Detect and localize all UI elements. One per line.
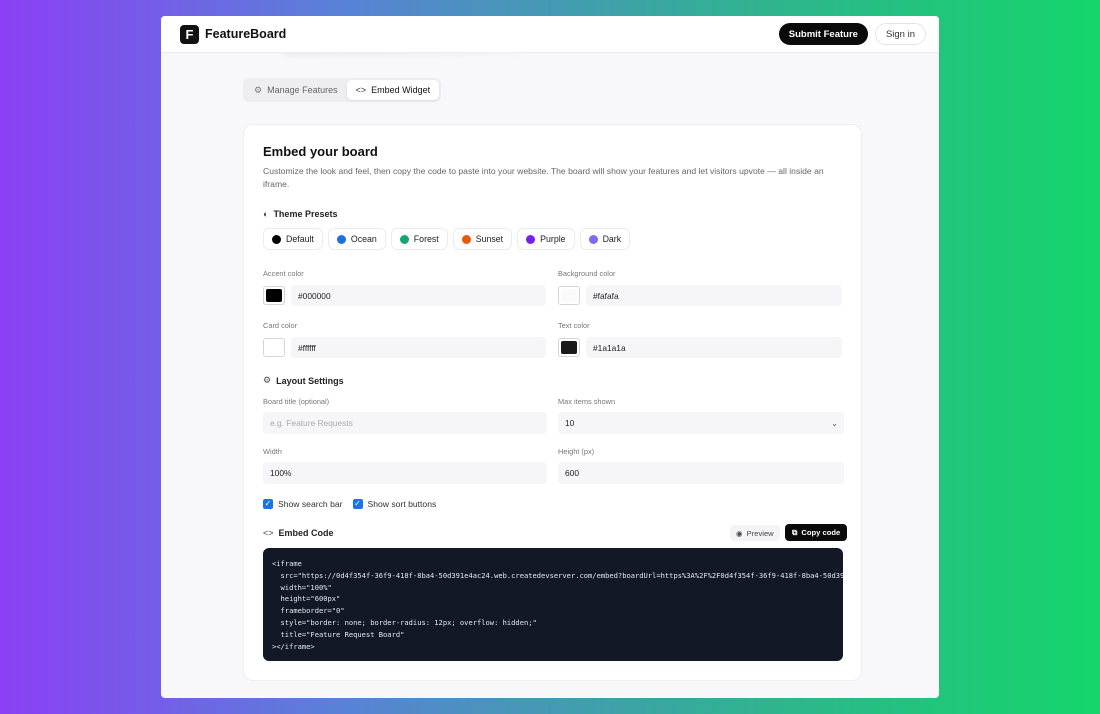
brand-name[interactable]: FeatureBoard: [205, 27, 286, 41]
text-color-row: #1a1a1a: [558, 337, 842, 358]
embed-code-title: Embed Code: [278, 528, 334, 538]
show-sort-option[interactable]: ✓ Show sort buttons: [352, 499, 437, 509]
color-dot: [588, 234, 598, 244]
accent-color-row: #000000: [263, 285, 546, 306]
theme-presets-title: Theme Presets: [273, 209, 338, 219]
eye-icon: ◉: [736, 528, 743, 538]
preset-label: Forest: [413, 234, 439, 244]
theme-presets-heading: ◐ Theme Presets: [263, 209, 337, 219]
chevron-down-icon: ⌄: [831, 418, 838, 428]
toggle-options: ✓ Show search bar ✓ Show sort buttons: [263, 499, 436, 509]
text-color-label: Text color: [558, 321, 590, 330]
preset-label: Ocean: [350, 234, 377, 244]
copy-code-button[interactable]: ⧉ Copy code: [785, 524, 848, 541]
layout-settings-heading: ⚙ Layout Settings: [263, 375, 344, 386]
preset-label: Dark: [602, 234, 622, 244]
embed-card: Embed your board Customize the look and …: [243, 124, 862, 681]
swatch-fill: [561, 341, 577, 354]
card-color-row: #ffffff: [263, 337, 546, 358]
card-color-swatch[interactable]: [263, 338, 285, 357]
card-description: Customize the look and feel, then copy t…: [263, 166, 824, 189]
preset-default[interactable]: Default: [263, 228, 323, 250]
copy-icon: ⧉: [792, 527, 798, 537]
checkbox-checked-icon[interactable]: ✓: [352, 499, 363, 509]
embed-code-heading: <> Embed Code: [263, 528, 334, 538]
color-dot: [399, 234, 409, 244]
card-title: Embed your board: [263, 144, 378, 159]
preset-purple[interactable]: Purple: [517, 228, 575, 250]
color-dot: [461, 234, 471, 244]
code-icon: <>: [355, 85, 367, 95]
app-window: F FeatureBoard Submit Feature Sign in ⚙ …: [161, 16, 939, 698]
gear-icon: ⚙: [263, 375, 272, 385]
gear-icon: ⚙: [254, 84, 263, 95]
preset-list: Default Ocean Forest Sunset Purple Dark: [263, 228, 631, 250]
width-input[interactable]: 100%: [263, 462, 547, 484]
tab-label: Embed Widget: [371, 85, 431, 95]
text-color-swatch[interactable]: [558, 338, 580, 357]
palette-icon: ◐: [263, 209, 269, 219]
tab-bar: ⚙ Manage Features <> Embed Widget: [243, 78, 442, 102]
color-dot: [526, 234, 536, 244]
max-items-label: Max items shown: [558, 397, 616, 406]
width-label: Width: [263, 447, 282, 456]
height-input[interactable]: 600: [558, 462, 844, 484]
tab-embed-widget[interactable]: <> Embed Widget: [346, 80, 440, 100]
card-color-label: Card color: [263, 321, 298, 330]
show-search-label: Show search bar: [278, 499, 343, 509]
height-label: Height (px): [558, 447, 595, 456]
preset-ocean[interactable]: Ocean: [327, 228, 386, 250]
background-color-input[interactable]: #fafafa: [586, 285, 842, 306]
preset-label: Default: [286, 234, 314, 244]
tab-label: Manage Features: [267, 85, 338, 95]
show-sort-label: Show sort buttons: [367, 499, 437, 509]
swatch-fill: [266, 341, 282, 354]
checkbox-checked-icon[interactable]: ✓: [263, 499, 273, 509]
board-title-label: Board title (optional): [263, 397, 330, 406]
accent-color-label: Accent color: [263, 269, 304, 278]
sign-in-button[interactable]: Sign in: [874, 23, 926, 45]
preset-label: Purple: [540, 234, 566, 244]
preview-label: Preview: [746, 528, 774, 538]
embed-code-block[interactable]: <iframe src="https://0d4f354f-36f9-418f-…: [263, 548, 843, 661]
layout-settings-title: Layout Settings: [276, 375, 344, 386]
swatch-fill: [561, 289, 577, 302]
accent-color-input[interactable]: #000000: [291, 285, 546, 306]
board-title-input[interactable]: e.g. Feature Requests: [263, 412, 547, 434]
preset-sunset[interactable]: Sunset: [452, 228, 513, 250]
tab-manage-features[interactable]: ⚙ Manage Features: [245, 80, 347, 100]
background-color-swatch[interactable]: [558, 286, 580, 305]
color-dot: [336, 234, 346, 244]
preview-button[interactable]: ◉ Preview: [730, 525, 780, 541]
color-dot: [272, 234, 281, 244]
swatch-fill: [266, 289, 282, 302]
background-color-label: Background color: [558, 269, 616, 278]
copy-label: Copy code: [801, 528, 841, 537]
preset-forest[interactable]: Forest: [390, 228, 448, 250]
card-color-input[interactable]: #ffffff: [291, 337, 546, 358]
text-color-input[interactable]: #1a1a1a: [586, 337, 842, 358]
max-items-value: 10: [565, 418, 575, 428]
top-navbar: F FeatureBoard Submit Feature Sign in: [161, 16, 939, 53]
accent-color-swatch[interactable]: [263, 286, 285, 305]
logo-icon[interactable]: F: [180, 24, 199, 44]
preset-dark[interactable]: Dark: [579, 228, 631, 250]
code-icon: <>: [263, 528, 274, 538]
submit-feature-button[interactable]: Submit Feature: [778, 23, 868, 45]
preset-label: Sunset: [475, 234, 504, 244]
show-search-option[interactable]: ✓ Show search bar: [263, 499, 343, 509]
background-color-row: #fafafa: [558, 285, 842, 306]
max-items-select[interactable]: 10 ⌄: [558, 412, 844, 434]
